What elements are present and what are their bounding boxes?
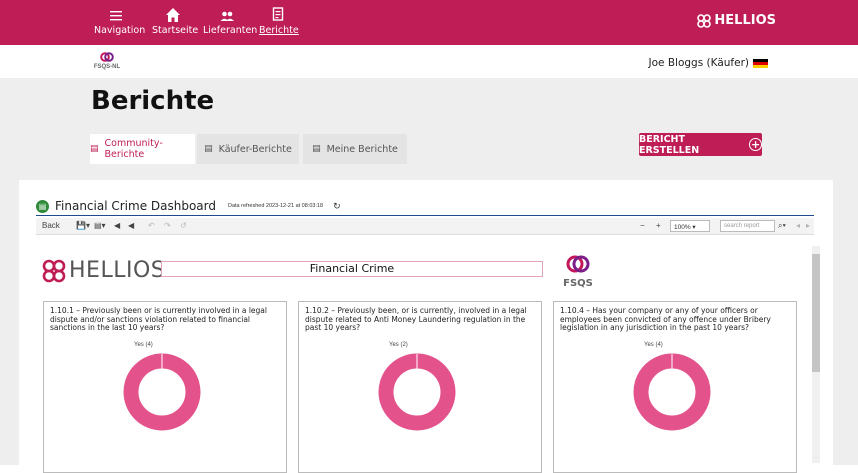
hellios-logo-text: HELLIOS <box>69 258 166 283</box>
tab-label: Community-Berichte <box>104 138 163 160</box>
fsqs-logo-text: FSQS <box>563 278 593 289</box>
search-placeholder: search report <box>724 223 760 229</box>
nav-item-home[interactable]: Startseite <box>152 6 199 36</box>
redo-icon[interactable]: ↷ <box>164 221 171 230</box>
tab-my-reports[interactable]: ▤ Meine Berichte <box>303 134 407 164</box>
prev-arrow-icon[interactable]: ◂ <box>796 221 800 230</box>
nav-item-reports[interactable]: Berichte <box>259 6 299 36</box>
refresh-icon[interactable]: ↻ <box>333 201 341 212</box>
section-title: Financial Crime <box>161 261 543 277</box>
document-icon: ▤ <box>312 144 321 154</box>
dashboard-title: Financial Crime Dashboard <box>55 199 216 213</box>
donut-chart <box>633 353 711 431</box>
donut-chart <box>378 353 456 431</box>
save-icon[interactable]: 💾▾ <box>76 221 90 230</box>
page-title: Berichte <box>91 86 215 116</box>
dashboard-header: ▤ Financial Crime Dashboard Data refresh… <box>36 199 341 213</box>
zoom-in-icon[interactable]: + <box>656 221 661 230</box>
question-text: 1.10.4 – Has your company or any of your… <box>560 306 771 332</box>
question-card: 1.10.2 – Previously been, or is currentl… <box>298 301 542 473</box>
nav-item-navigation[interactable]: Navigation <box>94 6 146 36</box>
fsqs-logo-icon <box>566 255 590 273</box>
yes-label: Yes (2) <box>389 342 408 348</box>
yes-label: Yes (4) <box>644 342 663 348</box>
donut-chart <box>123 353 201 431</box>
nav-item-label: Startseite <box>152 25 199 36</box>
page-content: Berichte ▤ Community-Berichte ▤ Käufer-B… <box>0 78 858 473</box>
tab-label: Meine Berichte <box>326 143 398 155</box>
nav-item-suppliers[interactable]: Lieferanten <box>203 6 258 36</box>
org-logo: FSQS-NL <box>92 52 122 70</box>
fsqs-report-logo: FSQS <box>556 255 600 289</box>
divider <box>36 215 814 216</box>
data-refreshed-text: Data refreshed 2023-12-21 at 08:03:18 <box>228 203 324 209</box>
menu-icon <box>94 6 138 24</box>
zoom-out-icon[interactable]: − <box>640 221 645 230</box>
fsqs-logo-icon <box>100 52 114 62</box>
user-name: Joe Bloggs (Käufer) <box>648 57 749 69</box>
vertical-scrollbar[interactable] <box>812 246 820 463</box>
tab-community-reports[interactable]: ▤ Community-Berichte <box>90 134 195 164</box>
brand-name: HELLIOS <box>714 13 776 28</box>
scrollbar-thumb[interactable] <box>812 254 820 372</box>
dashboard-icon: ▤ <box>36 199 49 213</box>
next-arrow-icon[interactable]: ▸ <box>806 221 810 230</box>
yes-label: Yes (4) <box>134 342 153 348</box>
search-report-input[interactable]: search report <box>720 220 775 232</box>
brand-logo[interactable]: HELLIOS <box>696 13 776 28</box>
document-icon: ▤ <box>204 144 213 154</box>
question-text: 1.10.2 – Previously been, or is currentl… <box>305 306 527 332</box>
question-text: 1.10.1 – Previously been or is currently… <box>50 306 267 332</box>
reset-icon[interactable]: ↺ <box>180 221 187 230</box>
hellios-logo-icon <box>42 259 66 282</box>
nav-item-label: Navigation <box>94 25 146 36</box>
report-toolbar: Back 💾▾ ▤▾ ◀ ◀ ↶ ↷ ↺ − + 100% ▾ search r… <box>36 218 814 235</box>
sub-header: FSQS-NL Joe Bloggs (Käufer) <box>0 45 858 78</box>
nav-item-label: Lieferanten <box>203 25 258 36</box>
create-report-button[interactable]: BERICHT ERSTELLEN + <box>639 133 762 156</box>
first-page-icon[interactable]: ◀ <box>128 221 134 230</box>
previous-page-icon[interactable]: ◀ <box>114 221 120 230</box>
top-navigation-bar: Navigation Startseite Lieferanten Berich… <box>0 0 858 45</box>
create-report-label: BERICHT ERSTELLEN <box>639 133 700 156</box>
tab-buyer-reports[interactable]: ▤ Käufer-Berichte <box>197 134 299 164</box>
zoom-value: 100% <box>674 224 691 231</box>
org-logo-text: FSQS-NL <box>93 64 121 70</box>
nav-item-label: Berichte <box>259 25 299 36</box>
user-menu[interactable]: Joe Bloggs (Käufer) <box>649 57 768 69</box>
export-icon[interactable]: ▤▾ <box>94 221 106 230</box>
report-viewer: HELLIOS Financial Crime FSQS 1.10.1 – Pr… <box>36 236 820 473</box>
question-card: 1.10.4 – Has your company or any of your… <box>553 301 797 473</box>
question-card: 1.10.1 – Previously been or is currently… <box>43 301 287 473</box>
users-icon <box>203 6 251 24</box>
back-button[interactable]: Back <box>42 221 60 230</box>
search-icon[interactable]: ⌕▾ <box>778 221 786 231</box>
document-icon: ▤ <box>90 144 99 154</box>
report-icon <box>259 6 297 24</box>
hellios-report-logo: HELLIOS <box>41 258 165 283</box>
hellios-logo-icon <box>697 13 712 28</box>
zoom-select[interactable]: 100% ▾ <box>670 220 710 232</box>
report-panel: ▤ Financial Crime Dashboard Data refresh… <box>19 180 833 473</box>
plus-circle-icon: + <box>749 138 762 151</box>
german-flag-icon[interactable] <box>753 58 768 68</box>
home-icon <box>152 6 194 24</box>
tab-label: Käufer-Berichte <box>218 143 292 155</box>
undo-icon[interactable]: ↶ <box>148 221 155 230</box>
